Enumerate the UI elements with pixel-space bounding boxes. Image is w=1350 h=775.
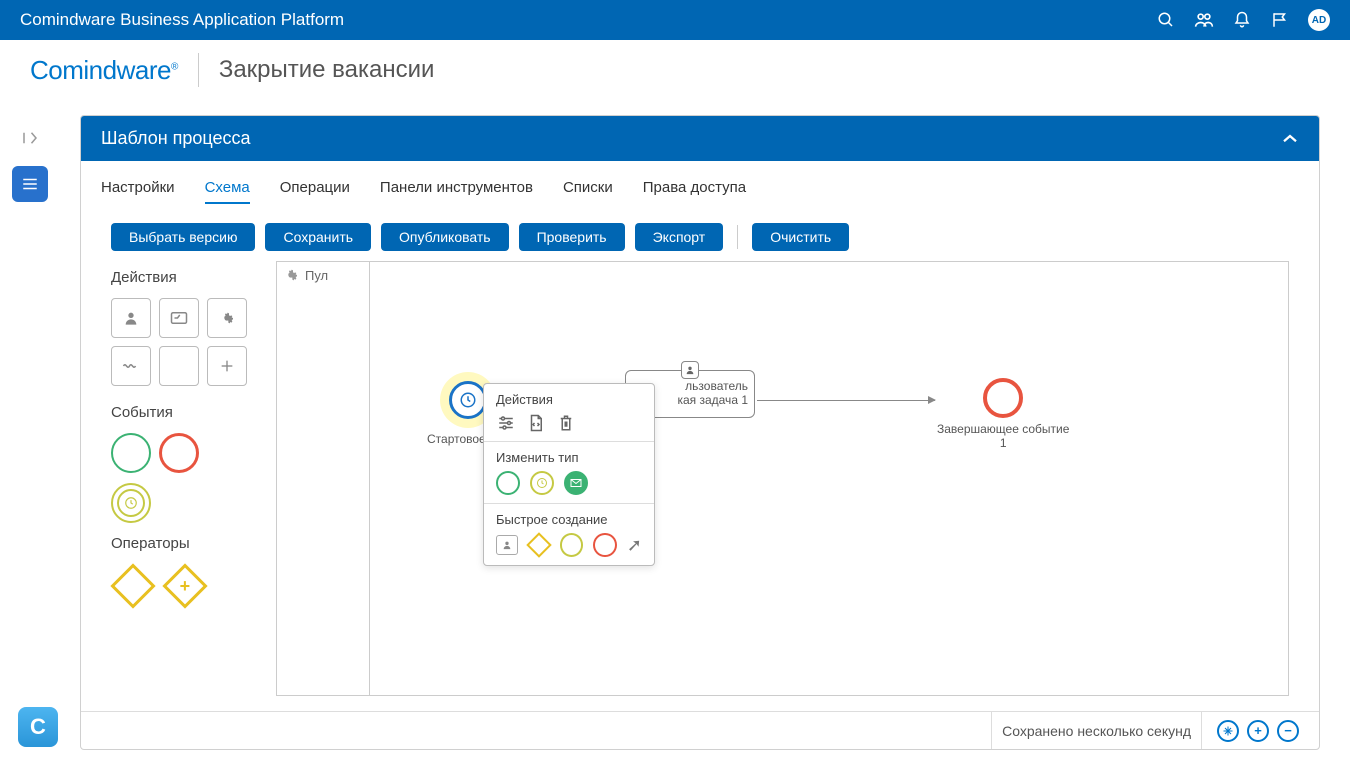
top-header: Comindware Business Application Platform… (0, 0, 1350, 40)
tab-permissions[interactable]: Права доступа (643, 173, 746, 204)
task-type-marker (681, 361, 699, 379)
brand-reg: ® (171, 61, 178, 72)
quick-gateway[interactable] (526, 532, 551, 557)
context-menu: Действия Изменить тип (483, 383, 655, 566)
end-event-label-l2: 1 (937, 436, 1069, 450)
tab-diagram[interactable]: Схема (205, 173, 250, 204)
rail-collapse-btn[interactable] (12, 120, 48, 156)
type-timer-event[interactable] (530, 471, 554, 495)
validate-button[interactable]: Проверить (519, 223, 625, 251)
end-event-node[interactable]: Завершающее событие 1 (937, 378, 1069, 450)
palette-gateway[interactable] (110, 563, 155, 608)
tab-toolbars[interactable]: Панели инструментов (380, 173, 533, 204)
palette-service-task[interactable] (159, 298, 199, 338)
bell-icon[interactable] (1232, 10, 1252, 30)
tab-lists[interactable]: Списки (563, 173, 613, 204)
palette-wave-task[interactable] (111, 346, 151, 386)
header-actions: AD (1156, 9, 1330, 31)
end-event-label-l1: Завершающее событие (937, 422, 1069, 436)
zoom-out-button[interactable]: − (1277, 720, 1299, 742)
brand-logo: Comindware® (30, 55, 178, 86)
palette-operators-row: + (111, 564, 261, 608)
type-message-event[interactable] (564, 471, 588, 495)
palette-empty-task[interactable] (159, 346, 199, 386)
palette-end-event[interactable] (159, 433, 199, 473)
editor-footer: Сохранено несколько секунд + − (81, 711, 1319, 749)
editor-body: Действия События (81, 261, 1319, 711)
tab-operations[interactable]: Операции (280, 173, 350, 204)
canvas[interactable]: Пул Стартовое соб (276, 261, 1289, 696)
palette-add-task[interactable] (207, 346, 247, 386)
search-icon[interactable] (1156, 10, 1176, 30)
logo-divider (198, 53, 199, 87)
palette-events-row1 (111, 433, 261, 473)
user-avatar[interactable]: AD (1308, 9, 1330, 31)
action-toolbar: Выбрать версию Сохранить Опубликовать Пр… (81, 205, 1319, 261)
export-button[interactable]: Экспорт (635, 223, 724, 251)
quick-flow-arrow[interactable]: ➚ (627, 535, 642, 556)
palette-gateway-plus[interactable]: + (162, 563, 207, 608)
popup-actions-section: Действия (484, 384, 654, 442)
zoom-fit-button[interactable] (1217, 720, 1239, 742)
palette-timer-event[interactable] (111, 483, 151, 523)
tab-bar: Настройки Схема Операции Панели инструме… (81, 161, 1319, 205)
page-title: Закрытие вакансии (219, 56, 435, 84)
save-button[interactable]: Сохранить (265, 223, 371, 251)
left-rail (0, 100, 60, 202)
palette-start-event[interactable] (111, 433, 151, 473)
save-status: Сохранено несколько секунд (991, 712, 1202, 749)
quick-end-event[interactable] (593, 533, 617, 557)
rail-menu-btn[interactable] (12, 166, 48, 202)
settings-icon[interactable] (496, 413, 516, 433)
clear-button[interactable]: Очистить (752, 223, 849, 251)
palette-gear-task[interactable] (207, 298, 247, 338)
panel-collapse-btn[interactable] (1281, 133, 1299, 145)
logo-bar: Comindware® Закрытие вакансии (0, 40, 1350, 100)
script-icon[interactable] (526, 413, 546, 433)
main-panel: Шаблон процесса Настройки Схема Операции… (80, 115, 1320, 750)
quick-user-task[interactable] (496, 535, 518, 555)
type-none-event[interactable] (496, 471, 520, 495)
zoom-in-button[interactable]: + (1247, 720, 1269, 742)
comindware-badge[interactable]: C (18, 707, 58, 747)
publish-button[interactable]: Опубликовать (381, 223, 509, 251)
panel-title: Шаблон процесса (101, 128, 251, 149)
palette-actions-title: Действия (111, 269, 261, 286)
zoom-controls: + − (1217, 720, 1299, 742)
brand-name: Comindware (30, 55, 171, 85)
popup-quickcreate-title: Быстрое создание (496, 512, 642, 527)
select-version-button[interactable]: Выбрать версию (111, 223, 255, 251)
popup-quickcreate-section: Быстрое создание ➚ (484, 504, 654, 565)
palette-events-row2 (111, 483, 261, 523)
palette-actions-grid (111, 298, 261, 386)
palette: Действия События (111, 261, 276, 696)
palette-user-task[interactable] (111, 298, 151, 338)
palette-operators-title: Операторы (111, 535, 261, 552)
flag-icon[interactable] (1270, 10, 1290, 30)
people-icon[interactable] (1194, 10, 1214, 30)
delete-icon[interactable] (556, 413, 576, 433)
pool-label: Пул (305, 268, 328, 283)
app-title: Comindware Business Application Platform (20, 10, 344, 30)
panel-header: Шаблон процесса (81, 116, 1319, 161)
gear-icon (283, 267, 299, 283)
clock-icon (459, 391, 477, 409)
palette-events-title: События (111, 404, 261, 421)
popup-actions-title: Действия (496, 392, 642, 407)
toolbar-separator (737, 225, 738, 249)
sequence-flow-2[interactable] (757, 400, 935, 401)
popup-changetype-title: Изменить тип (496, 450, 642, 465)
pool-header[interactable]: Пул (283, 267, 328, 283)
popup-changetype-section: Изменить тип (484, 442, 654, 504)
quick-intermediate-event[interactable] (560, 533, 584, 557)
pool-divider (369, 262, 370, 695)
tab-settings[interactable]: Настройки (101, 173, 175, 204)
